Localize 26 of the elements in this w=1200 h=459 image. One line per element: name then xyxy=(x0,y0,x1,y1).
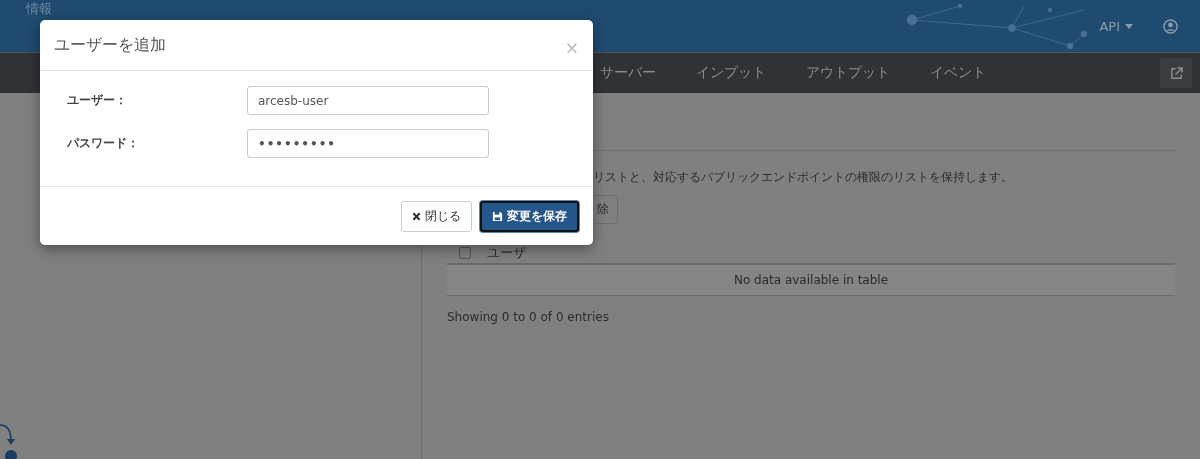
close-dialog-button[interactable]: 閉じる xyxy=(401,200,472,232)
user-icon[interactable] xyxy=(1163,18,1178,34)
save-button[interactable]: 変更を保存 xyxy=(480,200,579,232)
nav-tab[interactable]: サーバー xyxy=(600,64,656,80)
password-field[interactable]: ••••••••• xyxy=(247,129,489,158)
save-icon xyxy=(492,210,503,222)
table-info: Showing 0 to 0 of 0 entries xyxy=(447,310,610,324)
close-icon xyxy=(412,211,421,221)
close-button[interactable]: × xyxy=(564,32,579,63)
dialog-title: ユーザーを追加 xyxy=(54,34,166,56)
external-link-icon xyxy=(1169,66,1183,80)
external-link-button[interactable] xyxy=(1160,58,1192,88)
caret-icon xyxy=(1125,23,1133,29)
flow-arrow-drawing xyxy=(0,422,20,459)
description-text: リストと、対応するパブリックエンドポイントの権限のリストを保持します。 xyxy=(593,169,1014,186)
nav-tab[interactable]: インプット xyxy=(696,64,766,80)
page-title: 情報 xyxy=(26,0,52,18)
delete-button[interactable]: 除 xyxy=(595,195,618,224)
field-label: パスワード： xyxy=(66,135,140,152)
api-menu[interactable]: API xyxy=(1099,18,1133,34)
nav-tab[interactable]: アウトプット xyxy=(806,64,890,80)
username-field[interactable]: arcesb-user xyxy=(247,86,489,115)
select-all-checkbox[interactable] xyxy=(459,247,471,259)
empty-table-message: No data available in table xyxy=(447,265,1175,296)
field-label: ユーザー： xyxy=(66,92,128,109)
nav-tab[interactable]: イベント xyxy=(930,64,986,80)
